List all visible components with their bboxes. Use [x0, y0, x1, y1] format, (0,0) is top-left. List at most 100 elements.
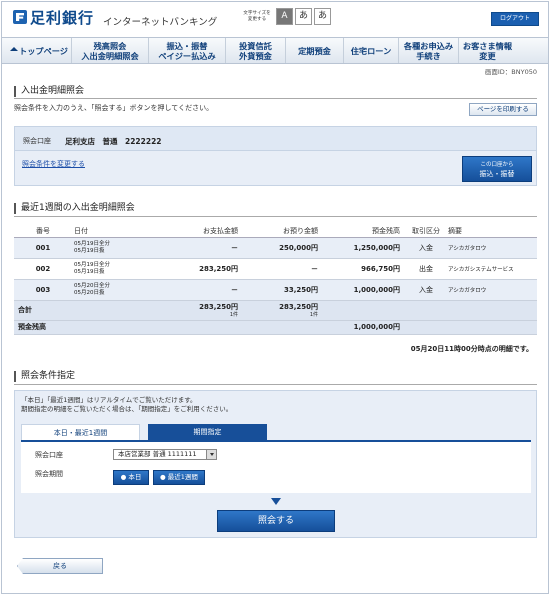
balance-spacer: [244, 320, 324, 335]
logout-button[interactable]: ログアウト: [491, 12, 539, 26]
balance-spacer: [72, 320, 152, 335]
screen-id: 画面ID：BNY050: [484, 68, 537, 76]
row-description: アシカガタロウ: [446, 279, 537, 301]
row-date-line2: 05月20日扱: [74, 289, 105, 296]
service-name: インターネットバンキング: [103, 17, 218, 28]
arrow-down-icon: [271, 498, 281, 505]
account-box: 照会口座 足利支店 普通 2222222 照会条件を変更する この口座から 振込…: [14, 126, 537, 186]
row-date: 05月19日全分 05月19日扱: [72, 237, 152, 259]
page-title: 入出金明細照会: [14, 86, 84, 97]
col-header-deposit: お預り金額: [244, 225, 324, 238]
conditions-title: 照会条件指定: [14, 371, 75, 382]
total-spacer: [446, 300, 537, 321]
row-number: 003: [14, 279, 72, 301]
total-row: 合計 283,250円 1件 283,250円 1件: [14, 300, 537, 321]
row-date: 05月19日全分 05月19日扱: [72, 258, 152, 280]
chevron-down-icon: [210, 453, 214, 456]
row-number: 002: [14, 258, 72, 280]
conditions-panel: 照会口座 本店営業部 普通 1111111 照会期間 ● 本日 ● 最近1週間: [21, 440, 531, 493]
divider: [14, 384, 537, 385]
nav-item-transfer[interactable]: 振込・振替 ペイジー払込み: [149, 38, 226, 63]
total-spacer: [406, 300, 446, 321]
col-header-number: 番号: [14, 225, 72, 238]
balance-spacer: [406, 320, 446, 335]
table-header-row: 番号 日付 お支払金額 お預り金額 預金残高 取引区分 摘要: [14, 225, 537, 238]
nav-item-balance[interactable]: 残高照会 入出金明細照会: [72, 38, 149, 63]
bank-logo-icon: [13, 10, 27, 24]
table-row: 002 05月19日全分 05月19日扱 283,250円 － 966,750円 …: [14, 258, 537, 280]
account-value: 足利支店 普通 2222222: [65, 137, 162, 146]
row-date-line2: 05月19日扱: [74, 268, 105, 275]
total-deposit-count: 1件: [309, 312, 318, 318]
font-size-large-button[interactable]: あ: [314, 8, 331, 25]
col-header-date: 日付: [72, 225, 152, 238]
table-row: 001 05月19日全分 05月19日扱 － 250,000円 1,250,000…: [14, 237, 537, 259]
period-today-button[interactable]: ● 本日: [113, 470, 149, 485]
nav-item-time-deposit[interactable]: 定期預金: [286, 38, 344, 63]
row-description: アシカガタロウ: [446, 237, 537, 259]
instruction-text: 照会条件を入力のうえ、「照会する」ボタンを押してください。: [14, 104, 214, 112]
font-size-small-button[interactable]: A: [276, 8, 293, 25]
balance-value: 1,000,000円: [324, 320, 406, 335]
transfer-button-line1: この口座から: [480, 162, 514, 168]
total-spacer: [72, 300, 152, 321]
period-today-label: 本日: [128, 473, 142, 481]
change-conditions-link[interactable]: 照会条件を変更する: [22, 159, 85, 169]
balance-spacer: [446, 320, 537, 335]
row-date: 05月20日全分 05月20日扱: [72, 279, 152, 301]
nav-item-applications[interactable]: 各種お申込み 手続き: [399, 38, 459, 63]
total-deposit: 283,250円 1件: [244, 300, 324, 321]
total-payment-count: 1件: [229, 312, 238, 318]
row-date-line1: 05月20日全分: [74, 282, 110, 289]
row-type: 入金: [406, 279, 446, 301]
row-number: 001: [14, 237, 72, 259]
account-select[interactable]: 本店営業部 普通 1111111: [113, 449, 217, 460]
row-date-line1: 05月19日全分: [74, 240, 110, 247]
print-page-button[interactable]: ページを印刷する: [469, 103, 537, 116]
home-icon: [10, 46, 18, 51]
nav-item-investment[interactable]: 投資信託 外貨預金: [226, 38, 286, 63]
row-payment: 283,250円: [152, 258, 244, 280]
row-deposit: －: [244, 258, 324, 280]
table-row: 003 05月20日全分 05月20日扱 － 33,250円 1,000,000円…: [14, 279, 537, 301]
search-button[interactable]: 照会する: [217, 510, 335, 532]
font-size-medium-button[interactable]: あ: [295, 8, 312, 25]
period-week-button[interactable]: ● 最近1週間: [153, 470, 205, 485]
details-title: 最近1週間の入出金明細照会: [14, 203, 135, 214]
page-frame: 足利銀行 インターネットバンキング 文字サイズを 変更する A あ あ ログアウ…: [1, 1, 549, 594]
tab-today-week[interactable]: 本日・最近1週間: [21, 424, 140, 440]
transfer-from-account-button[interactable]: この口座から 振込・振替: [462, 156, 532, 182]
nav-item-top[interactable]: トップページ: [2, 38, 72, 63]
tab-period[interactable]: 期間指定: [148, 424, 267, 440]
conditions-note-line2: 期間指定の明細をご覧いただく場合は、「期間指定」をご利用ください。: [21, 405, 233, 413]
nav-item-customer-info[interactable]: お客さま情報 変更: [459, 38, 516, 63]
row-date-line1: 05月19日全分: [74, 261, 110, 268]
nav-label: トップページ: [19, 45, 68, 56]
header: 足利銀行 インターネットバンキング 文字サイズを 変更する A あ あ ログアウ…: [2, 2, 548, 35]
period-week-label: 最近1週間: [167, 473, 198, 481]
total-spacer: [324, 300, 406, 321]
conditions-box: 「本日」「最近1週間」はリアルタイムでご覧いただけます。 期間指定の明細をご覧い…: [14, 390, 537, 538]
conditions-note: 「本日」「最近1週間」はリアルタイムでご覧いただけます。 期間指定の明細をご覧い…: [21, 396, 232, 414]
nav-item-housing-loan[interactable]: 住宅ローン: [344, 38, 399, 63]
transfer-button-line2: 振込・振替: [479, 170, 515, 178]
account-select-label: 照会口座: [35, 451, 63, 459]
conditions-note-line1: 「本日」「最近1週間」はリアルタイムでご覧いただけます。: [21, 396, 197, 404]
period-label: 照会期間: [35, 470, 63, 478]
divider: [14, 216, 537, 217]
total-payment: 283,250円 1件: [152, 300, 244, 321]
total-deposit-value: 283,250円: [279, 303, 318, 311]
balance-row: 預金残高 1,000,000円: [14, 320, 537, 335]
account-label: 照会口座: [23, 137, 51, 145]
bank-logo: 足利銀行: [30, 9, 95, 27]
transactions-table: 番号 日付 お支払金額 お預り金額 預金残高 取引区分 摘要 001 05月19…: [14, 225, 537, 335]
total-label: 合計: [14, 300, 72, 321]
row-balance: 1,250,000円: [324, 237, 406, 259]
row-balance: 966,750円: [324, 258, 406, 280]
back-button[interactable]: 戻る: [17, 558, 103, 574]
col-header-description: 摘要: [446, 225, 537, 238]
balance-label: 預金残高: [14, 320, 72, 335]
row-type: 入金: [406, 237, 446, 259]
col-header-type: 取引区分: [406, 225, 446, 238]
balance-spacer: [152, 320, 244, 335]
